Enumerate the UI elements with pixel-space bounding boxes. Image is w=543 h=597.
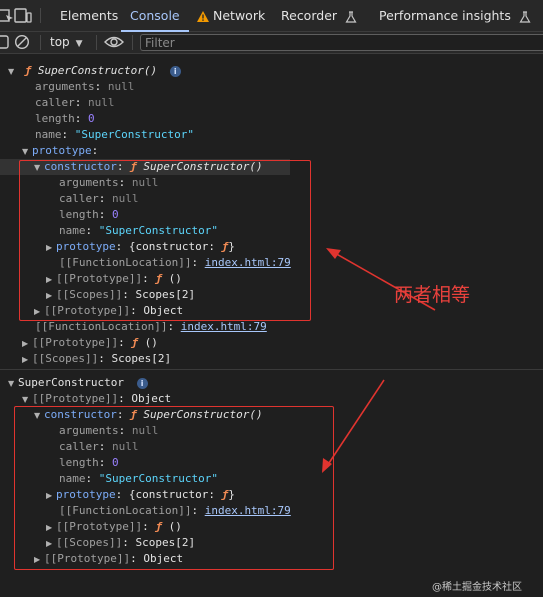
watermark: @稀土掘金技术社区	[432, 582, 522, 593]
arrow-to-bottom-box	[326, 379, 385, 467]
arrow-head-icon	[326, 248, 341, 259]
annotation-label: 两者相等	[394, 284, 471, 306]
